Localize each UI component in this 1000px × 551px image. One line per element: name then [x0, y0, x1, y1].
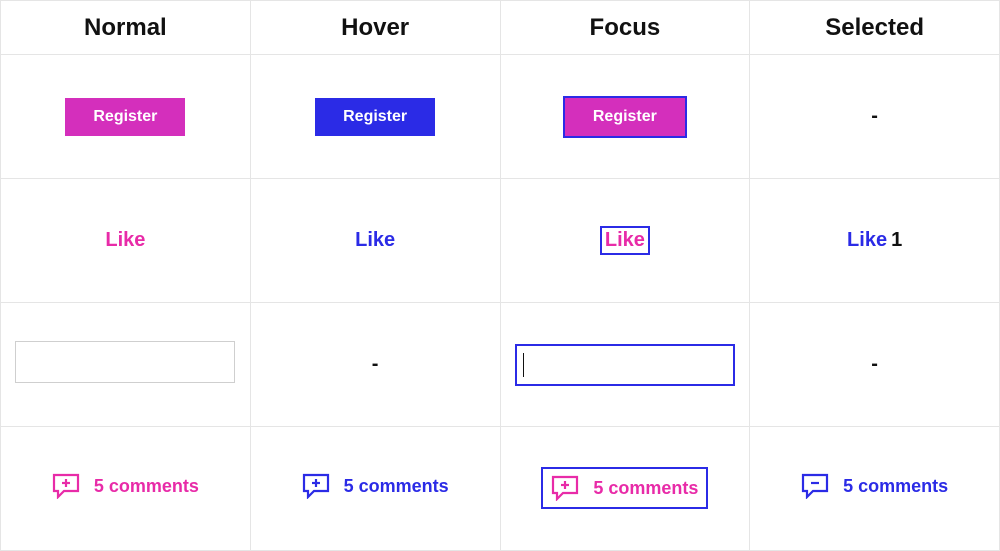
- comments-toggle-selected[interactable]: 5 comments: [801, 473, 948, 499]
- like-link-focus[interactable]: Like: [603, 229, 647, 252]
- table-row: 5 comments 5 comments: [1, 427, 1000, 551]
- plus-bubble-icon: [302, 473, 332, 499]
- register-selected-placeholder: -: [871, 105, 878, 127]
- like-link-selected[interactable]: Like1: [847, 233, 902, 250]
- comments-normal-label: 5 comments: [94, 476, 199, 497]
- comments-focus-label: 5 comments: [593, 478, 698, 499]
- table-header-row: Normal Hover Focus Selected: [1, 1, 1000, 55]
- text-input-hover-placeholder: -: [372, 353, 379, 375]
- comments-selected-label: 5 comments: [843, 476, 948, 497]
- comments-toggle-focus[interactable]: 5 comments: [545, 471, 704, 505]
- register-button-focus[interactable]: Register: [565, 98, 685, 136]
- col-header-normal: Normal: [1, 1, 251, 55]
- like-selected-label: Like: [847, 229, 887, 252]
- register-button-normal[interactable]: Register: [65, 98, 185, 136]
- text-caret-icon: [523, 353, 524, 377]
- plus-bubble-icon: [551, 475, 581, 501]
- like-selected-count: 1: [891, 229, 902, 251]
- like-link-normal[interactable]: Like: [105, 229, 145, 252]
- table-row: - -: [1, 303, 1000, 427]
- text-input-normal[interactable]: [15, 341, 235, 383]
- col-header-focus: Focus: [500, 1, 750, 55]
- table-row: Like Like Like Like1: [1, 179, 1000, 303]
- states-table: Normal Hover Focus Selected Register Reg…: [0, 0, 1000, 551]
- plus-bubble-icon: [52, 473, 82, 499]
- comments-hover-label: 5 comments: [344, 476, 449, 497]
- col-header-selected: Selected: [750, 1, 1000, 55]
- comments-toggle-hover[interactable]: 5 comments: [302, 473, 449, 499]
- text-input-selected-placeholder: -: [871, 353, 878, 375]
- text-input-focus[interactable]: [515, 344, 735, 386]
- minus-bubble-icon: [801, 473, 831, 499]
- table-row: Register Register Register -: [1, 55, 1000, 179]
- comments-toggle-normal[interactable]: 5 comments: [52, 473, 199, 499]
- like-link-hover[interactable]: Like: [355, 229, 395, 252]
- col-header-hover: Hover: [250, 1, 500, 55]
- register-button-hover[interactable]: Register: [315, 98, 435, 136]
